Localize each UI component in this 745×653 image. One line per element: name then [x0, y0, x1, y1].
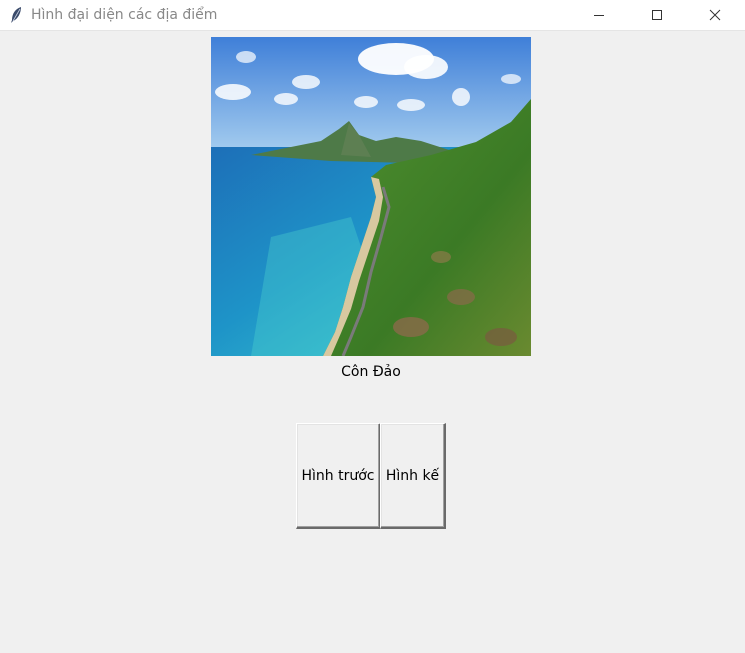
- close-button[interactable]: [692, 0, 738, 31]
- location-photo: [211, 37, 531, 356]
- previous-image-button[interactable]: Hình trước: [296, 423, 381, 529]
- photo-caption: Côn Đảo: [341, 364, 401, 380]
- minimize-button[interactable]: [576, 0, 622, 31]
- maximize-button[interactable]: [634, 0, 680, 31]
- window-title: Hình đại diện các địa điểm: [31, 7, 218, 23]
- feather-icon: [9, 6, 23, 24]
- title-bar[interactable]: Hình đại diện các địa điểm: [0, 0, 745, 31]
- next-image-button[interactable]: Hình kế: [380, 423, 446, 529]
